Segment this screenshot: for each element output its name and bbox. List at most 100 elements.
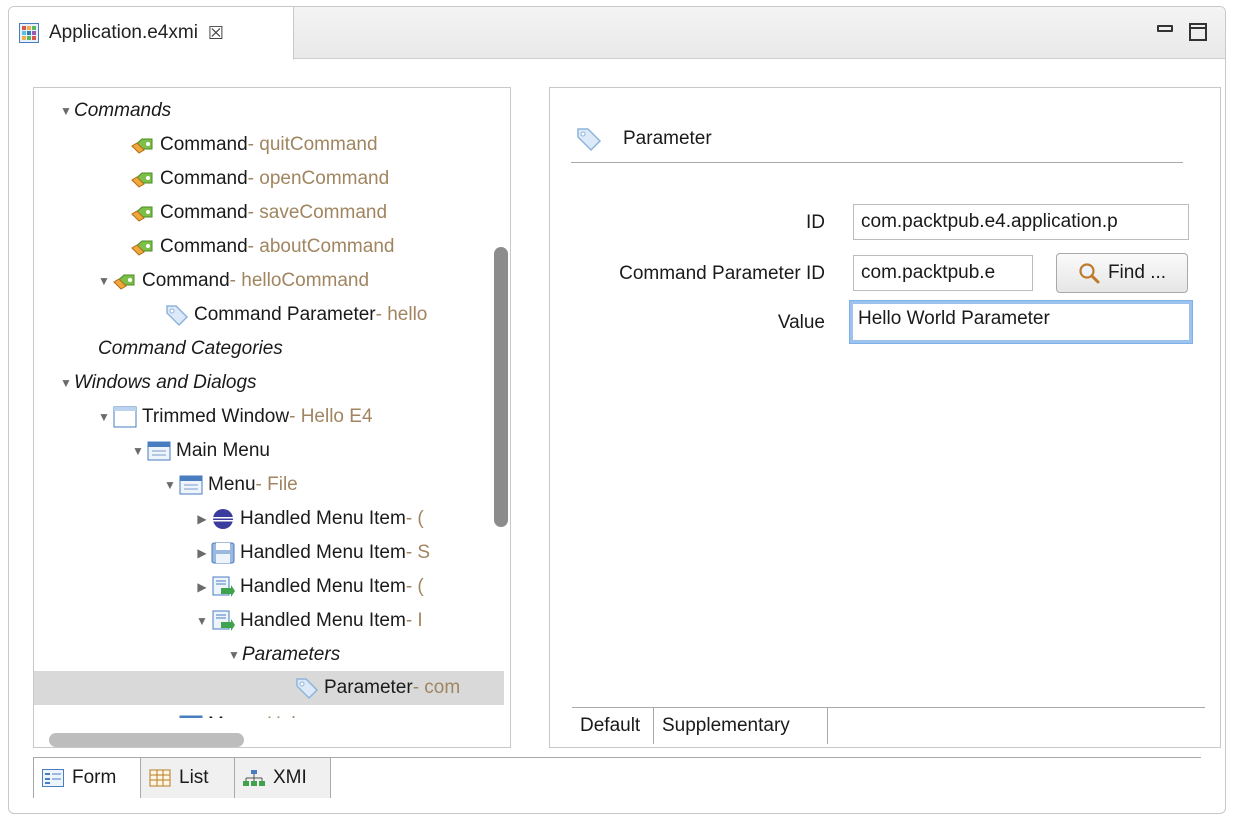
tree-horizontal-scrollbar[interactable]: [49, 733, 244, 747]
twisty-expanded-icon[interactable]: ▼: [130, 444, 146, 458]
find-button[interactable]: Find ...: [1056, 253, 1188, 293]
command-parameter-id-field[interactable]: com.packtpub.e: [853, 255, 1033, 291]
tree-vertical-scrollbar[interactable]: [494, 247, 508, 527]
twisty-expanded-icon[interactable]: ▼: [58, 376, 74, 390]
tree-item[interactable]: ▼ Menu - File: [34, 468, 504, 502]
tree-item-label: Handled Menu Item: [240, 610, 406, 631]
tree-item[interactable]: Command - quitCommand: [34, 128, 504, 162]
tree-item[interactable]: ▼ Trimmed Window - Hello E4: [34, 400, 504, 434]
tree-item[interactable]: ▼ Main Menu: [34, 434, 504, 468]
tab-form[interactable]: Form: [33, 758, 141, 798]
tab-supplementary[interactable]: Supplementary: [654, 708, 828, 744]
command-icon: [130, 133, 156, 157]
id-label: ID: [806, 212, 825, 233]
tree-item[interactable]: ▶ Handled Menu Item - (: [34, 502, 504, 536]
value-field[interactable]: Hello World Parameter: [850, 301, 1192, 343]
tree-item-suffix: - hello: [375, 304, 428, 325]
model-tree[interactable]: ▼ Commands Command - quitCommand Command - …: [34, 88, 504, 718]
command-icon: [130, 201, 156, 225]
tree-item-suffix: - openCommand: [247, 168, 390, 189]
tree-item[interactable]: ▼ Parameters: [34, 638, 504, 672]
tree-item[interactable]: ▼ Command - helloCommand: [34, 264, 504, 298]
maximize-icon[interactable]: [1189, 23, 1207, 41]
tree-item[interactable]: ▼ Commands: [34, 94, 504, 128]
tree-item-suffix: - Help: [256, 714, 307, 718]
minimize-icon[interactable]: [1157, 25, 1173, 32]
tab-list-label: List: [179, 767, 209, 788]
tree-item-label: Handled Menu Item: [240, 576, 406, 597]
detail-header: Parameter: [571, 115, 1183, 163]
value-label: Value: [777, 312, 825, 333]
hierarchy-icon: [243, 770, 265, 786]
command-parameter-id-label: Command Parameter ID: [619, 263, 825, 284]
tree-item-label: Commands: [74, 100, 172, 121]
menu-icon: [146, 439, 172, 463]
tree-item-label: Handled Menu Item: [240, 508, 406, 529]
twisty-expanded-icon[interactable]: ▼: [194, 614, 210, 628]
tree-item[interactable]: Command - openCommand: [34, 162, 504, 196]
tree-item[interactable]: Command Parameter - hello: [34, 298, 504, 332]
handled-item-icon: [210, 609, 236, 633]
tree-item-label: Command Categories: [98, 338, 283, 359]
menu-icon: [178, 473, 204, 497]
editor-page-tabs: Form List XMI: [33, 757, 1201, 798]
tree-item-suffix: - helloCommand: [229, 270, 370, 291]
tree-item[interactable]: Command - saveCommand: [34, 196, 504, 230]
tree-item-suffix: - quitCommand: [247, 134, 378, 155]
detail-subtabs: Default Supplementary: [572, 707, 1205, 744]
tree-item-label: Menu: [208, 714, 256, 718]
twisty-collapsed-icon[interactable]: ▶: [194, 580, 210, 594]
twisty-collapsed-icon[interactable]: ▶: [194, 512, 210, 526]
editor-tab-application-e4xmi[interactable]: Application.e4xmi ☒: [9, 7, 294, 60]
twisty-expanded-icon[interactable]: ▼: [58, 104, 74, 118]
tree-item-suffix: - File: [255, 474, 298, 495]
model-tree-panel[interactable]: ▼ Commands Command - quitCommand Command - …: [33, 87, 511, 748]
tab-xmi[interactable]: XMI: [235, 758, 331, 798]
tree-item-label: Windows and Dialogs: [74, 372, 257, 393]
tree-item[interactable]: Command - aboutCommand: [34, 230, 504, 264]
twisty-expanded-icon[interactable]: ▼: [226, 648, 242, 662]
tree-item[interactable]: Command Categories: [34, 332, 504, 366]
tree-item-label: Trimmed Window: [142, 406, 290, 427]
editor-frame: Application.e4xmi ☒ ▼ Commands Command - q…: [8, 6, 1226, 814]
tree-item[interactable]: ▼ Windows and Dialogs: [34, 366, 504, 400]
find-button-label: Find ...: [1107, 262, 1167, 283]
tree-item[interactable]: ▶Menu - Help: [34, 708, 504, 718]
tree-item-suffix: - S: [405, 542, 431, 563]
twisty-expanded-icon[interactable]: ▼: [96, 410, 112, 424]
detail-title: Parameter: [623, 127, 712, 149]
tree-item-label: Parameters: [242, 644, 341, 665]
editor-tab-title: Application.e4xmi: [49, 22, 198, 43]
twisty-expanded-icon[interactable]: ▼: [96, 274, 112, 288]
tree-item-suffix: - I: [405, 610, 423, 631]
twisty-expanded-icon[interactable]: ▼: [162, 478, 178, 492]
tree-item[interactable]: ▶ Handled Menu Item - (: [34, 570, 504, 604]
tree-item-suffix: - (: [405, 576, 424, 597]
handled-item-icon: [210, 575, 236, 599]
id-field[interactable]: com.packtpub.e4.application.p: [853, 204, 1189, 240]
model-editor-icon: [19, 23, 39, 43]
tree-item-label: Handled Menu Item: [240, 542, 406, 563]
tab-default[interactable]: Default: [572, 708, 654, 744]
tree-item-label: Command: [160, 202, 248, 223]
parameter-tag-icon: [577, 127, 602, 151]
tree-item-label: Command: [160, 236, 248, 257]
twisty-collapsed-icon[interactable]: ▶: [194, 546, 210, 560]
tree-item[interactable]: ▼ Handled Menu Item - I: [34, 604, 504, 638]
magnifier-icon: [1079, 263, 1100, 284]
tree-item[interactable]: Parameter - com: [34, 671, 504, 705]
tree-item-suffix: - aboutCommand: [247, 236, 395, 257]
eclipse-icon: [210, 507, 236, 531]
tree-item-suffix: - Hello E4: [289, 406, 373, 427]
parameter-tag-icon: [294, 676, 320, 700]
tab-default-label: Default: [580, 715, 641, 736]
close-tab-icon[interactable]: ☒: [208, 23, 224, 44]
tree-item[interactable]: ▶ Handled Menu Item - S: [34, 536, 504, 570]
tree-item-label: Main Menu: [176, 440, 270, 461]
tree-item-label: Command: [160, 134, 248, 155]
command-icon: [130, 167, 156, 191]
window-icon: [112, 405, 138, 429]
tab-list[interactable]: List: [141, 758, 235, 798]
menu-icon: [178, 713, 204, 718]
command-icon: [130, 235, 156, 259]
